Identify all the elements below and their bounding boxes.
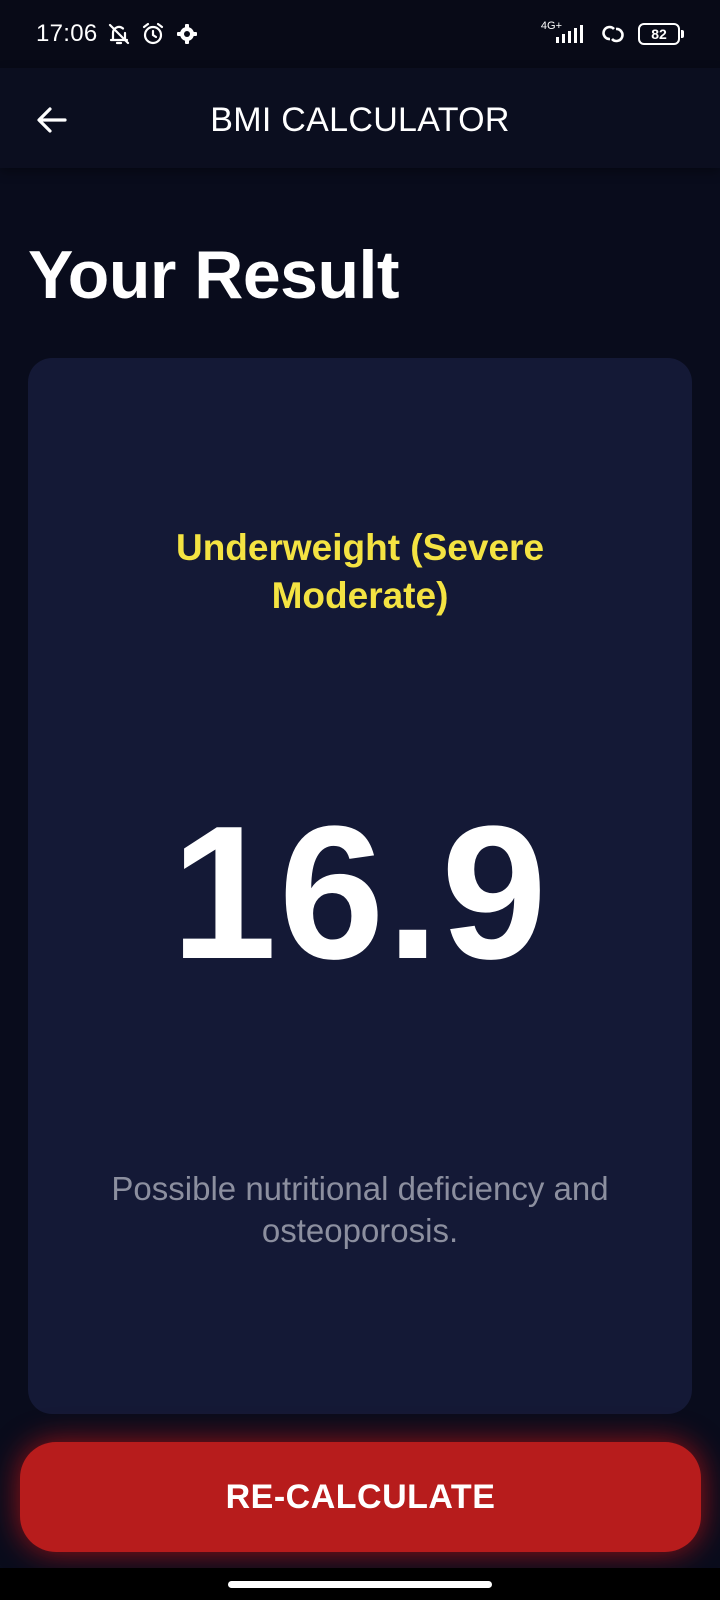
gear-icon <box>174 21 200 47</box>
home-indicator[interactable] <box>228 1581 492 1588</box>
battery-level: 82 <box>638 23 680 45</box>
bmi-category: Underweight (Severe Moderate) <box>175 527 545 616</box>
recalculate-label: RE-CALCULATE <box>225 1477 496 1516</box>
battery-tip <box>681 30 684 38</box>
status-left: 17:06 <box>36 20 200 48</box>
result-card: Underweight (Severe Moderate) 16.9 Possi… <box>28 358 692 1414</box>
recalculate-button[interactable]: RE-CALCULATE <box>20 1442 701 1552</box>
status-time: 17:06 <box>36 20 98 47</box>
link-icon <box>598 21 628 47</box>
alarm-icon <box>140 21 166 47</box>
bmi-result-screen: 17:06 4G+ 82 BMI CALCULATOR Your Result … <box>0 0 720 1600</box>
app-bar: BMI CALCULATOR <box>0 68 720 168</box>
status-right: 4G+ 82 <box>540 19 684 47</box>
network-label: 4G+ <box>540 19 562 32</box>
page-title: Your Result <box>28 237 400 313</box>
bmi-value: 16.9 <box>171 787 549 999</box>
app-title: BMI CALCULATOR <box>210 101 510 139</box>
bell-off-icon <box>106 21 132 47</box>
bmi-advice: Possible nutritional deficiency and oste… <box>111 1170 609 1249</box>
status-bar: 17:06 4G+ 82 <box>0 0 720 68</box>
battery-icon: 82 <box>638 23 684 45</box>
